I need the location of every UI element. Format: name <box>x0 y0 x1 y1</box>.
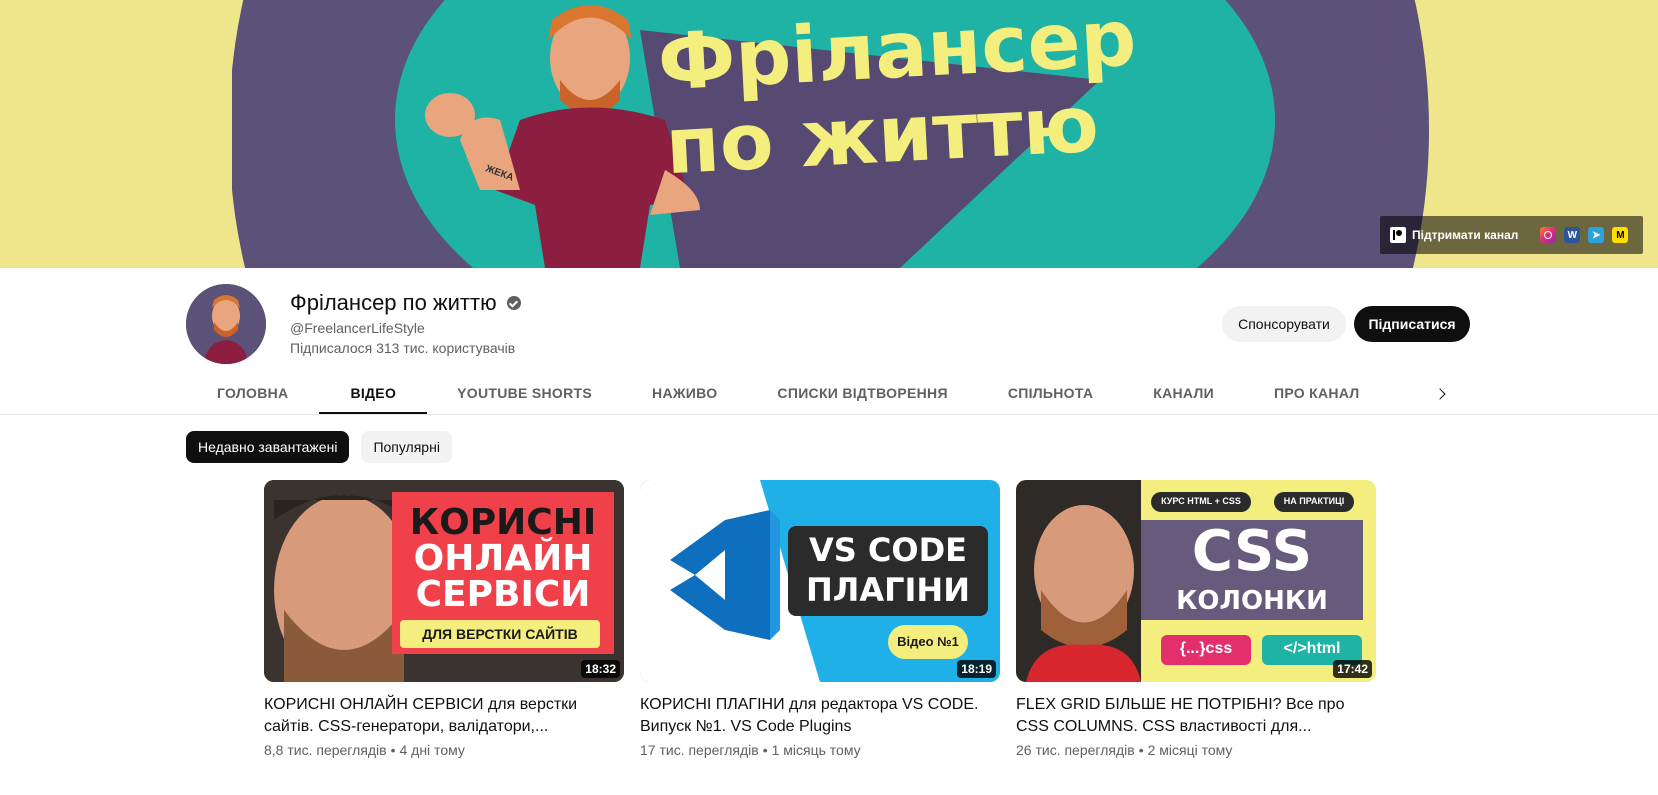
thumbnail-line: КОРИСНІ <box>409 502 597 543</box>
chevron-right-icon[interactable] <box>1430 382 1454 406</box>
meta-separator: • <box>390 742 396 758</box>
thumbnail-line: CSS <box>1191 519 1313 584</box>
support-channel-link[interactable]: Підтримати канал <box>1390 227 1518 243</box>
tab-community-label: СПІЛЬНОТА <box>1007 384 1094 401</box>
video-grid: КОРИСНІ ОНЛАЙН СЕРВІСИ ДЛЯ ВЕРСТКИ САЙТІ… <box>264 480 1376 758</box>
video-thumbnail[interactable]: VS CODE ПЛАГІНИ Відео №1 18:19 <box>640 480 1000 682</box>
meta-separator: • <box>762 742 768 758</box>
thumbnail-badge: </>html <box>1283 640 1341 657</box>
channel-tabs: ГОЛОВНА ВІДЕО YOUTUBE SHORTS НАЖИВО СПИС… <box>186 370 1390 415</box>
support-channel-label: Підтримати канал <box>1412 228 1519 242</box>
video-title[interactable]: FLEX GRID БІЛЬШЕ НЕ ПОТРІБНІ? Все про CS… <box>1016 694 1376 738</box>
tab-community[interactable]: СПІЛЬНОТА <box>978 370 1123 415</box>
patreon-icon <box>1390 227 1406 243</box>
thumbnail-tag: НА ПРАКТИЦІ <box>1283 496 1345 506</box>
banner-links-bar: Підтримати канал W ➤ M <box>1380 216 1643 254</box>
subscribe-button[interactable]: Підписатися <box>1354 306 1470 342</box>
thumbnail-line: СЕРВІСИ <box>415 574 591 615</box>
tab-live[interactable]: НАЖИВО <box>622 370 747 415</box>
channel-banner: Фрілансер по життю підпишись ЖЕКА Підтри… <box>0 0 1658 268</box>
word-icon[interactable]: W <box>1564 227 1581 243</box>
channel-name-row: Фрілансер по життю <box>290 290 521 316</box>
subscriber-count: Підписалося 313 тис. користувачів <box>290 340 516 356</box>
video-card[interactable]: КОРИСНІ ОНЛАЙН СЕРВІСИ ДЛЯ ВЕРСТКИ САЙТІ… <box>264 480 624 758</box>
channel-avatar[interactable] <box>186 284 266 364</box>
tab-playlists[interactable]: СПИСКИ ВІДТВОРЕННЯ <box>747 370 977 415</box>
chip-popular[interactable]: Популярні <box>361 431 452 463</box>
thumbnail-tag: КУРС HTML + CSS <box>1161 496 1241 506</box>
video-views: 26 тис. переглядів <box>1016 742 1135 758</box>
video-duration: 18:32 <box>581 660 620 678</box>
tab-channels[interactable]: КАНАЛИ <box>1123 370 1244 415</box>
video-card[interactable]: КУРС HTML + CSS НА ПРАКТИЦІ CSS КОЛОНКИ … <box>1016 480 1376 758</box>
tab-live-label: НАЖИВО <box>652 384 718 401</box>
instagram-icon[interactable] <box>1540 227 1557 243</box>
video-title[interactable]: КОРИСНІ ПЛАГІНИ для редактора VS CODE. В… <box>640 694 1000 738</box>
sponsor-button[interactable]: Спонсорувати <box>1222 306 1346 342</box>
chip-recent[interactable]: Недавно завантажені <box>186 431 350 463</box>
video-age: 4 дні тому <box>399 742 465 758</box>
tab-home-label: ГОЛОВНА <box>217 384 289 401</box>
avatar-image <box>186 284 266 364</box>
video-duration: 17:42 <box>1333 660 1372 678</box>
channel-handle[interactable]: @FreelancerLifeStyle <box>290 320 425 336</box>
tab-videos[interactable]: ВІДЕО <box>319 370 427 415</box>
video-views: 17 тис. переглядів <box>640 742 759 758</box>
video-card[interactable]: VS CODE ПЛАГІНИ Відео №1 18:19 КОРИСНІ П… <box>640 480 1000 758</box>
tab-videos-label: ВІДЕО <box>350 384 397 401</box>
thumbnail-line: VS CODE <box>808 531 968 569</box>
youtube-channel-page: Фрілансер по життю підпишись ЖЕКА Підтри… <box>0 0 1658 795</box>
sort-chips: Недавно завантажені Популярні <box>186 431 452 463</box>
video-title[interactable]: КОРИСНІ ОНЛАЙН СЕРВІСИ для верстки сайті… <box>264 694 624 738</box>
banner-title-art: Фрілансер по життю <box>655 0 1139 193</box>
thumbnail-line: КОЛОНКИ <box>1176 586 1328 616</box>
thumbnail-line: ПЛАГІНИ <box>806 571 970 609</box>
video-views: 8,8 тис. переглядів <box>264 742 387 758</box>
thumbnail-subtitle: ДЛЯ ВЕРСТКИ САЙТІВ <box>422 626 578 642</box>
video-thumbnail[interactable]: КУРС HTML + CSS НА ПРАКТИЦІ CSS КОЛОНКИ … <box>1016 480 1376 682</box>
tab-channels-label: КАНАЛИ <box>1153 384 1214 401</box>
banner-side-text: підпишись <box>1370 0 1398 150</box>
verified-icon <box>506 296 521 310</box>
video-meta: 8,8 тис. переглядів • 4 дні тому <box>264 742 624 758</box>
telegram-icon[interactable]: ➤ <box>1588 227 1605 243</box>
meta-separator: • <box>1138 742 1144 758</box>
tab-about-label: ПРО КАНАЛ <box>1273 384 1360 401</box>
channel-name: Фрілансер по життю <box>290 290 497 315</box>
tab-shorts[interactable]: YOUTUBE SHORTS <box>427 370 622 415</box>
mail-icon[interactable]: M <box>1612 227 1629 243</box>
thumbnail-subtitle: Відео №1 <box>897 634 959 649</box>
video-meta: 26 тис. переглядів • 2 місяці тому <box>1016 742 1376 758</box>
tab-about[interactable]: ПРО КАНАЛ <box>1244 370 1390 415</box>
tab-home[interactable]: ГОЛОВНА <box>186 370 319 415</box>
thumbnail-badge: {...}css <box>1179 640 1233 657</box>
tabs-divider <box>0 414 1658 415</box>
video-meta: 17 тис. переглядів • 1 місяць тому <box>640 742 1000 758</box>
video-duration: 18:19 <box>957 660 996 678</box>
video-age: 1 місяць тому <box>771 742 861 758</box>
channel-header: Фрілансер по життю @FreelancerLifeStyle … <box>0 268 1658 415</box>
tab-shorts-label: YOUTUBE SHORTS <box>457 384 593 401</box>
video-age: 2 місяці тому <box>1147 742 1233 758</box>
tab-playlists-label: СПИСКИ ВІДТВОРЕННЯ <box>777 384 948 401</box>
video-thumbnail[interactable]: КОРИСНІ ОНЛАЙН СЕРВІСИ ДЛЯ ВЕРСТКИ САЙТІ… <box>264 480 624 682</box>
thumbnail-line: ОНЛАЙН <box>413 538 593 579</box>
